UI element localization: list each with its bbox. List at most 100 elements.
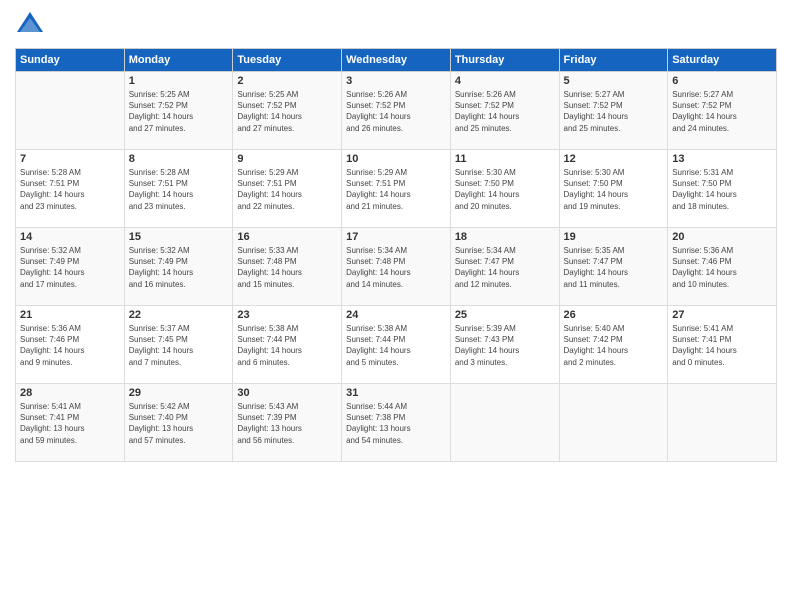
calendar-cell: 2 Sunrise: 5:25 AM Sunset: 7:52 PM Daylig… xyxy=(233,72,342,150)
cell-content: Sunrise: 5:28 AM Sunset: 7:51 PM Dayligh… xyxy=(20,167,120,212)
calendar-cell: 10Sunrise: 5:29 AM Sunset: 7:51 PM Dayli… xyxy=(342,150,451,228)
calendar-cell: 5 Sunrise: 5:27 AM Sunset: 7:52 PM Daylig… xyxy=(559,72,668,150)
calendar-cell: 23 Sunrise: 5:38 AM Sunset: 7:44 PM Dayli… xyxy=(233,306,342,384)
calendar-cell: 6 Sunrise: 5:27 AM Sunset: 7:52 PM Daylig… xyxy=(668,72,777,150)
day-number: 1 xyxy=(129,75,229,87)
day-number: 17 xyxy=(346,231,446,243)
day-number: 8 xyxy=(129,153,229,165)
header xyxy=(15,10,777,40)
day-number: 2 xyxy=(237,75,337,87)
day-number: 26 xyxy=(564,309,664,321)
calendar-cell: 21 Sunrise: 5:36 AM Sunset: 7:46 PM Dayli… xyxy=(16,306,125,384)
day-number: 19 xyxy=(564,231,664,243)
calendar-cell xyxy=(16,72,125,150)
day-number: 20 xyxy=(672,231,772,243)
calendar-cell: 15 Sunrise: 5:32 AM Sunset: 7:49 PM Dayli… xyxy=(124,228,233,306)
cell-content: Sunrise: 5:38 AM Sunset: 7:44 PM Dayligh… xyxy=(346,323,446,368)
calendar-cell: 8 Sunrise: 5:28 AM Sunset: 7:51 PM Daylig… xyxy=(124,150,233,228)
day-number: 31 xyxy=(346,387,446,399)
cell-content: Sunrise: 5:32 AM Sunset: 7:49 PM Dayligh… xyxy=(20,245,120,290)
header-row: SundayMondayTuesdayWednesdayThursdayFrid… xyxy=(16,49,777,72)
weekday-header-tuesday: Tuesday xyxy=(233,49,342,72)
calendar-cell xyxy=(668,384,777,462)
calendar-cell: 4 Sunrise: 5:26 AM Sunset: 7:52 PM Daylig… xyxy=(450,72,559,150)
cell-content: Sunrise: 5:29 AM Sunset: 7:51 PM Dayligh… xyxy=(237,167,337,212)
cell-content: Sunrise: 5:26 AM Sunset: 7:52 PM Dayligh… xyxy=(346,89,446,134)
calendar-cell: 25Sunrise: 5:39 AM Sunset: 7:43 PM Dayli… xyxy=(450,306,559,384)
day-number: 9 xyxy=(237,153,337,165)
cell-content: Sunrise: 5:33 AM Sunset: 7:48 PM Dayligh… xyxy=(237,245,337,290)
calendar-cell: 24 Sunrise: 5:38 AM Sunset: 7:44 PM Dayli… xyxy=(342,306,451,384)
cell-content: Sunrise: 5:36 AM Sunset: 7:46 PM Dayligh… xyxy=(20,323,120,368)
cell-content: Sunrise: 5:28 AM Sunset: 7:51 PM Dayligh… xyxy=(129,167,229,212)
calendar-cell: 12 Sunrise: 5:30 AM Sunset: 7:50 PM Dayli… xyxy=(559,150,668,228)
day-number: 7 xyxy=(20,153,120,165)
cell-content: Sunrise: 5:30 AM Sunset: 7:50 PM Dayligh… xyxy=(455,167,555,212)
cell-content: Sunrise: 5:26 AM Sunset: 7:52 PM Dayligh… xyxy=(455,89,555,134)
logo-icon xyxy=(15,10,45,40)
calendar-cell: 7 Sunrise: 5:28 AM Sunset: 7:51 PM Daylig… xyxy=(16,150,125,228)
cell-content: Sunrise: 5:40 AM Sunset: 7:42 PM Dayligh… xyxy=(564,323,664,368)
calendar-cell: 13 Sunrise: 5:31 AM Sunset: 7:50 PM Dayli… xyxy=(668,150,777,228)
day-number: 30 xyxy=(237,387,337,399)
cell-content: Sunrise: 5:34 AM Sunset: 7:47 PM Dayligh… xyxy=(455,245,555,290)
week-row-2: 7 Sunrise: 5:28 AM Sunset: 7:51 PM Daylig… xyxy=(16,150,777,228)
weekday-header-wednesday: Wednesday xyxy=(342,49,451,72)
week-row-3: 14 Sunrise: 5:32 AM Sunset: 7:49 PM Dayli… xyxy=(16,228,777,306)
calendar-cell: 9 Sunrise: 5:29 AM Sunset: 7:51 PM Daylig… xyxy=(233,150,342,228)
day-number: 4 xyxy=(455,75,555,87)
calendar-cell: 18 Sunrise: 5:34 AM Sunset: 7:47 PM Dayli… xyxy=(450,228,559,306)
cell-content: Sunrise: 5:25 AM Sunset: 7:52 PM Dayligh… xyxy=(237,89,337,134)
calendar-cell: 28 Sunrise: 5:41 AM Sunset: 7:41 PM Dayli… xyxy=(16,384,125,462)
day-number: 25 xyxy=(455,309,555,321)
cell-content: Sunrise: 5:27 AM Sunset: 7:52 PM Dayligh… xyxy=(672,89,772,134)
day-number: 24 xyxy=(346,309,446,321)
day-number: 28 xyxy=(20,387,120,399)
cell-content: Sunrise: 5:30 AM Sunset: 7:50 PM Dayligh… xyxy=(564,167,664,212)
weekday-header-sunday: Sunday xyxy=(16,49,125,72)
page: SundayMondayTuesdayWednesdayThursdayFrid… xyxy=(0,0,792,612)
calendar-cell: 11 Sunrise: 5:30 AM Sunset: 7:50 PM Dayli… xyxy=(450,150,559,228)
calendar-cell: 19Sunrise: 5:35 AM Sunset: 7:47 PM Dayli… xyxy=(559,228,668,306)
day-number: 18 xyxy=(455,231,555,243)
day-number: 27 xyxy=(672,309,772,321)
day-number: 21 xyxy=(20,309,120,321)
week-row-4: 21 Sunrise: 5:36 AM Sunset: 7:46 PM Dayli… xyxy=(16,306,777,384)
cell-content: Sunrise: 5:25 AM Sunset: 7:52 PM Dayligh… xyxy=(129,89,229,134)
calendar-cell: 3 Sunrise: 5:26 AM Sunset: 7:52 PM Daylig… xyxy=(342,72,451,150)
day-number: 29 xyxy=(129,387,229,399)
cell-content: Sunrise: 5:34 AM Sunset: 7:48 PM Dayligh… xyxy=(346,245,446,290)
day-number: 22 xyxy=(129,309,229,321)
calendar-cell: 16Sunrise: 5:33 AM Sunset: 7:48 PM Dayli… xyxy=(233,228,342,306)
calendar-cell: 29 Sunrise: 5:42 AM Sunset: 7:40 PM Dayli… xyxy=(124,384,233,462)
day-number: 14 xyxy=(20,231,120,243)
cell-content: Sunrise: 5:31 AM Sunset: 7:50 PM Dayligh… xyxy=(672,167,772,212)
cell-content: Sunrise: 5:38 AM Sunset: 7:44 PM Dayligh… xyxy=(237,323,337,368)
day-number: 13 xyxy=(672,153,772,165)
day-number: 11 xyxy=(455,153,555,165)
calendar-cell: 31Sunrise: 5:44 AM Sunset: 7:38 PM Dayli… xyxy=(342,384,451,462)
calendar-cell: 20Sunrise: 5:36 AM Sunset: 7:46 PM Dayli… xyxy=(668,228,777,306)
weekday-header-friday: Friday xyxy=(559,49,668,72)
weekday-header-thursday: Thursday xyxy=(450,49,559,72)
calendar-cell: 27 Sunrise: 5:41 AM Sunset: 7:41 PM Dayli… xyxy=(668,306,777,384)
calendar-cell xyxy=(559,384,668,462)
day-number: 15 xyxy=(129,231,229,243)
cell-content: Sunrise: 5:41 AM Sunset: 7:41 PM Dayligh… xyxy=(20,401,120,446)
week-row-1: 1 Sunrise: 5:25 AM Sunset: 7:52 PM Daylig… xyxy=(16,72,777,150)
calendar-cell: 1 Sunrise: 5:25 AM Sunset: 7:52 PM Daylig… xyxy=(124,72,233,150)
day-number: 3 xyxy=(346,75,446,87)
day-number: 23 xyxy=(237,309,337,321)
day-number: 10 xyxy=(346,153,446,165)
weekday-header-saturday: Saturday xyxy=(668,49,777,72)
day-number: 5 xyxy=(564,75,664,87)
cell-content: Sunrise: 5:32 AM Sunset: 7:49 PM Dayligh… xyxy=(129,245,229,290)
calendar-cell: 30 Sunrise: 5:43 AM Sunset: 7:39 PM Dayli… xyxy=(233,384,342,462)
day-number: 12 xyxy=(564,153,664,165)
day-number: 6 xyxy=(672,75,772,87)
weekday-header-monday: Monday xyxy=(124,49,233,72)
cell-content: Sunrise: 5:41 AM Sunset: 7:41 PM Dayligh… xyxy=(672,323,772,368)
cell-content: Sunrise: 5:43 AM Sunset: 7:39 PM Dayligh… xyxy=(237,401,337,446)
cell-content: Sunrise: 5:27 AM Sunset: 7:52 PM Dayligh… xyxy=(564,89,664,134)
cell-content: Sunrise: 5:42 AM Sunset: 7:40 PM Dayligh… xyxy=(129,401,229,446)
